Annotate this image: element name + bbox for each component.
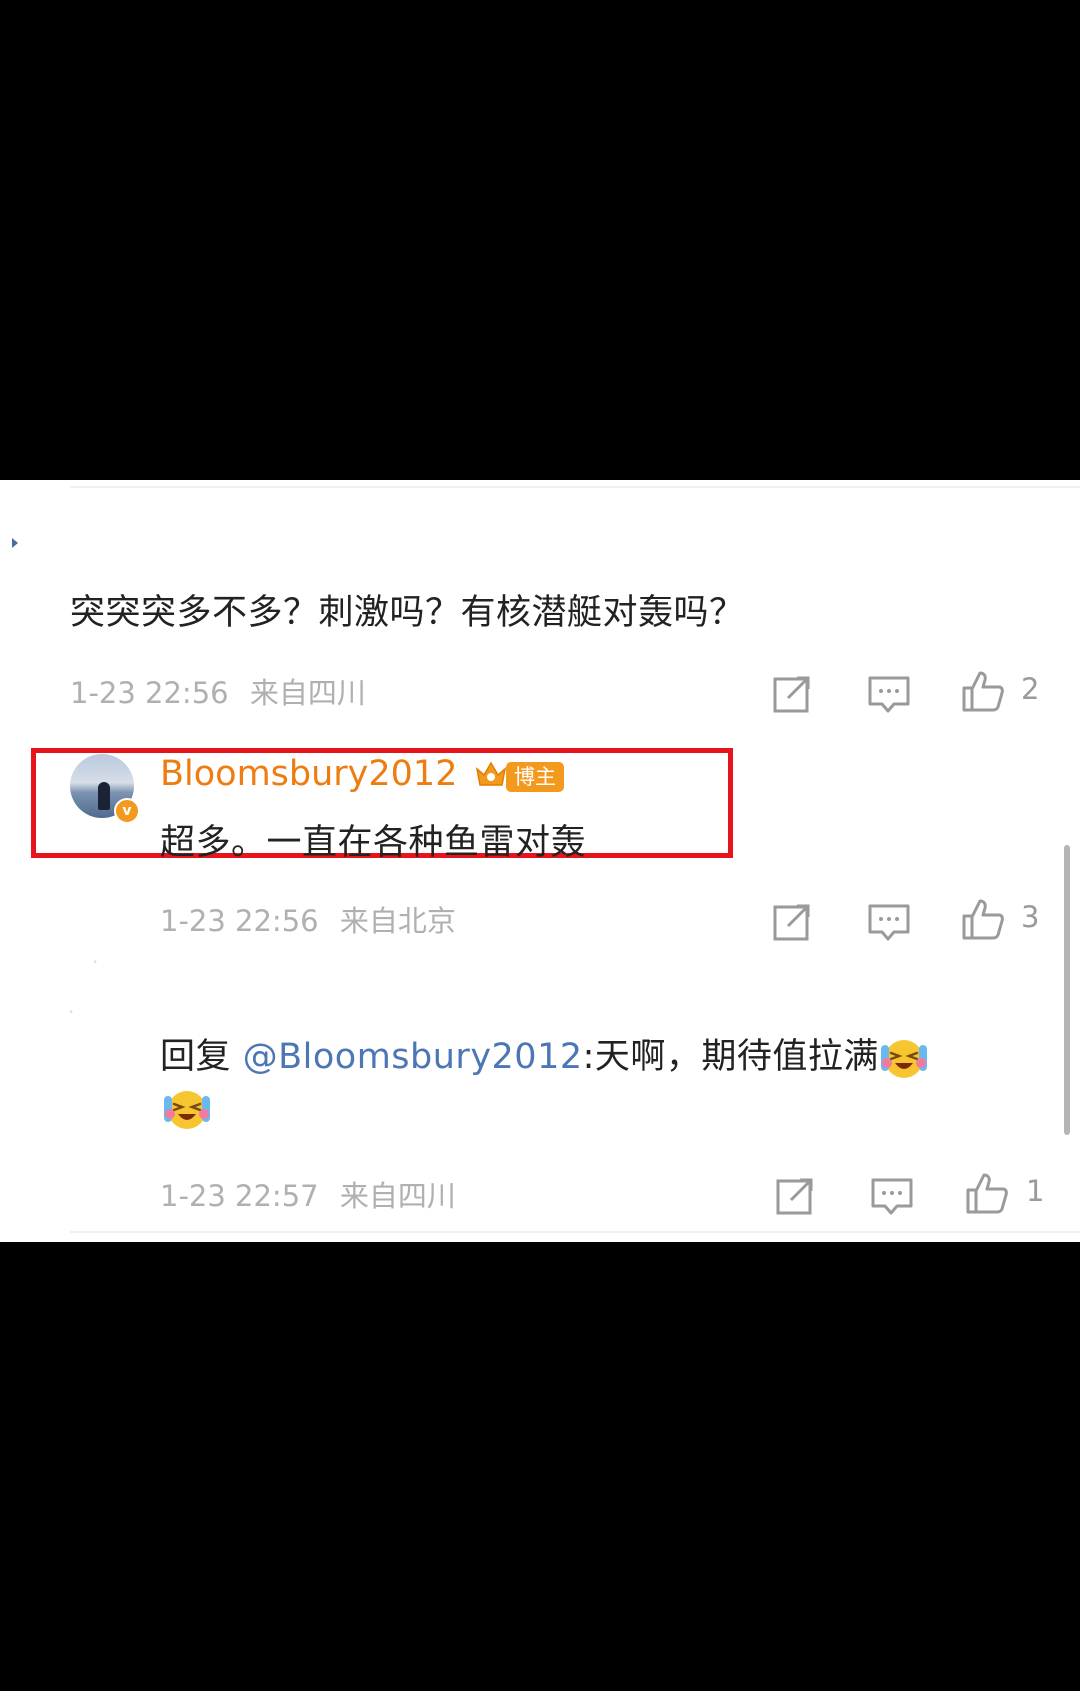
laughing-crying-emoji-icon <box>162 1084 212 1134</box>
comment-icon[interactable] <box>866 898 912 944</box>
comment-icon[interactable] <box>869 1172 915 1218</box>
mention-link[interactable]: @Bloomsbury2012 <box>243 1037 583 1077</box>
crown-icon <box>473 757 509 793</box>
divider <box>70 1231 1080 1233</box>
collapse-caret-icon[interactable] <box>12 538 18 548</box>
verified-badge-icon: v <box>114 798 140 824</box>
scrollbar[interactable] <box>1064 845 1070 1135</box>
reply-meta: 1-23 22:56 来自北京 <box>160 898 456 940</box>
reply-username[interactable]: Bloomsbury2012 <box>160 754 457 794</box>
sub-reply-body: :天啊，期待值拉满 <box>582 1037 879 1077</box>
share-icon[interactable] <box>770 898 816 944</box>
comment-meta: 1-23 22:56 来自四川 <box>70 670 366 712</box>
comment-time: 1-23 22:56 <box>70 676 229 710</box>
like-count: 1 <box>1026 1174 1045 1208</box>
reply-prefix: 回复 <box>160 1037 243 1077</box>
share-icon[interactable] <box>773 1172 819 1218</box>
sub-reply-meta: 1-23 22:57 来自四川 <box>160 1173 456 1215</box>
like-icon[interactable] <box>960 668 1006 714</box>
comment-icon[interactable] <box>866 670 912 716</box>
comment-panel: 突突突多不多？刺激吗？有核潜艇对轰吗？ 1-23 22:56 来自四川 2 v … <box>0 480 1080 1242</box>
comment-location: 来自四川 <box>249 676 366 710</box>
like-count: 3 <box>1021 900 1040 934</box>
faint-mark: · <box>92 950 99 974</box>
sub-reply-text: 回复 @Bloomsbury2012:天啊，期待值拉满 <box>160 1028 929 1083</box>
sub-reply-location: 来自四川 <box>339 1179 456 1213</box>
host-badge: 博主 <box>506 762 564 792</box>
share-icon[interactable] <box>770 670 816 716</box>
laughing-crying-emoji-icon <box>879 1033 929 1083</box>
sub-reply-time: 1-23 22:57 <box>160 1179 319 1213</box>
reply-text: 超多。一直在各种鱼雷对轰 <box>160 823 587 863</box>
like-icon[interactable] <box>964 1170 1010 1216</box>
divider <box>70 486 1080 488</box>
reply-location: 来自北京 <box>339 904 456 938</box>
faint-mark: · <box>68 1000 75 1024</box>
comment-text: 突突突多不多？刺激吗？有核潜艇对轰吗？ <box>70 593 745 633</box>
like-count: 2 <box>1021 672 1040 706</box>
emoji-row <box>162 1084 212 1134</box>
like-icon[interactable] <box>960 896 1006 942</box>
reply-time: 1-23 22:56 <box>160 904 319 938</box>
